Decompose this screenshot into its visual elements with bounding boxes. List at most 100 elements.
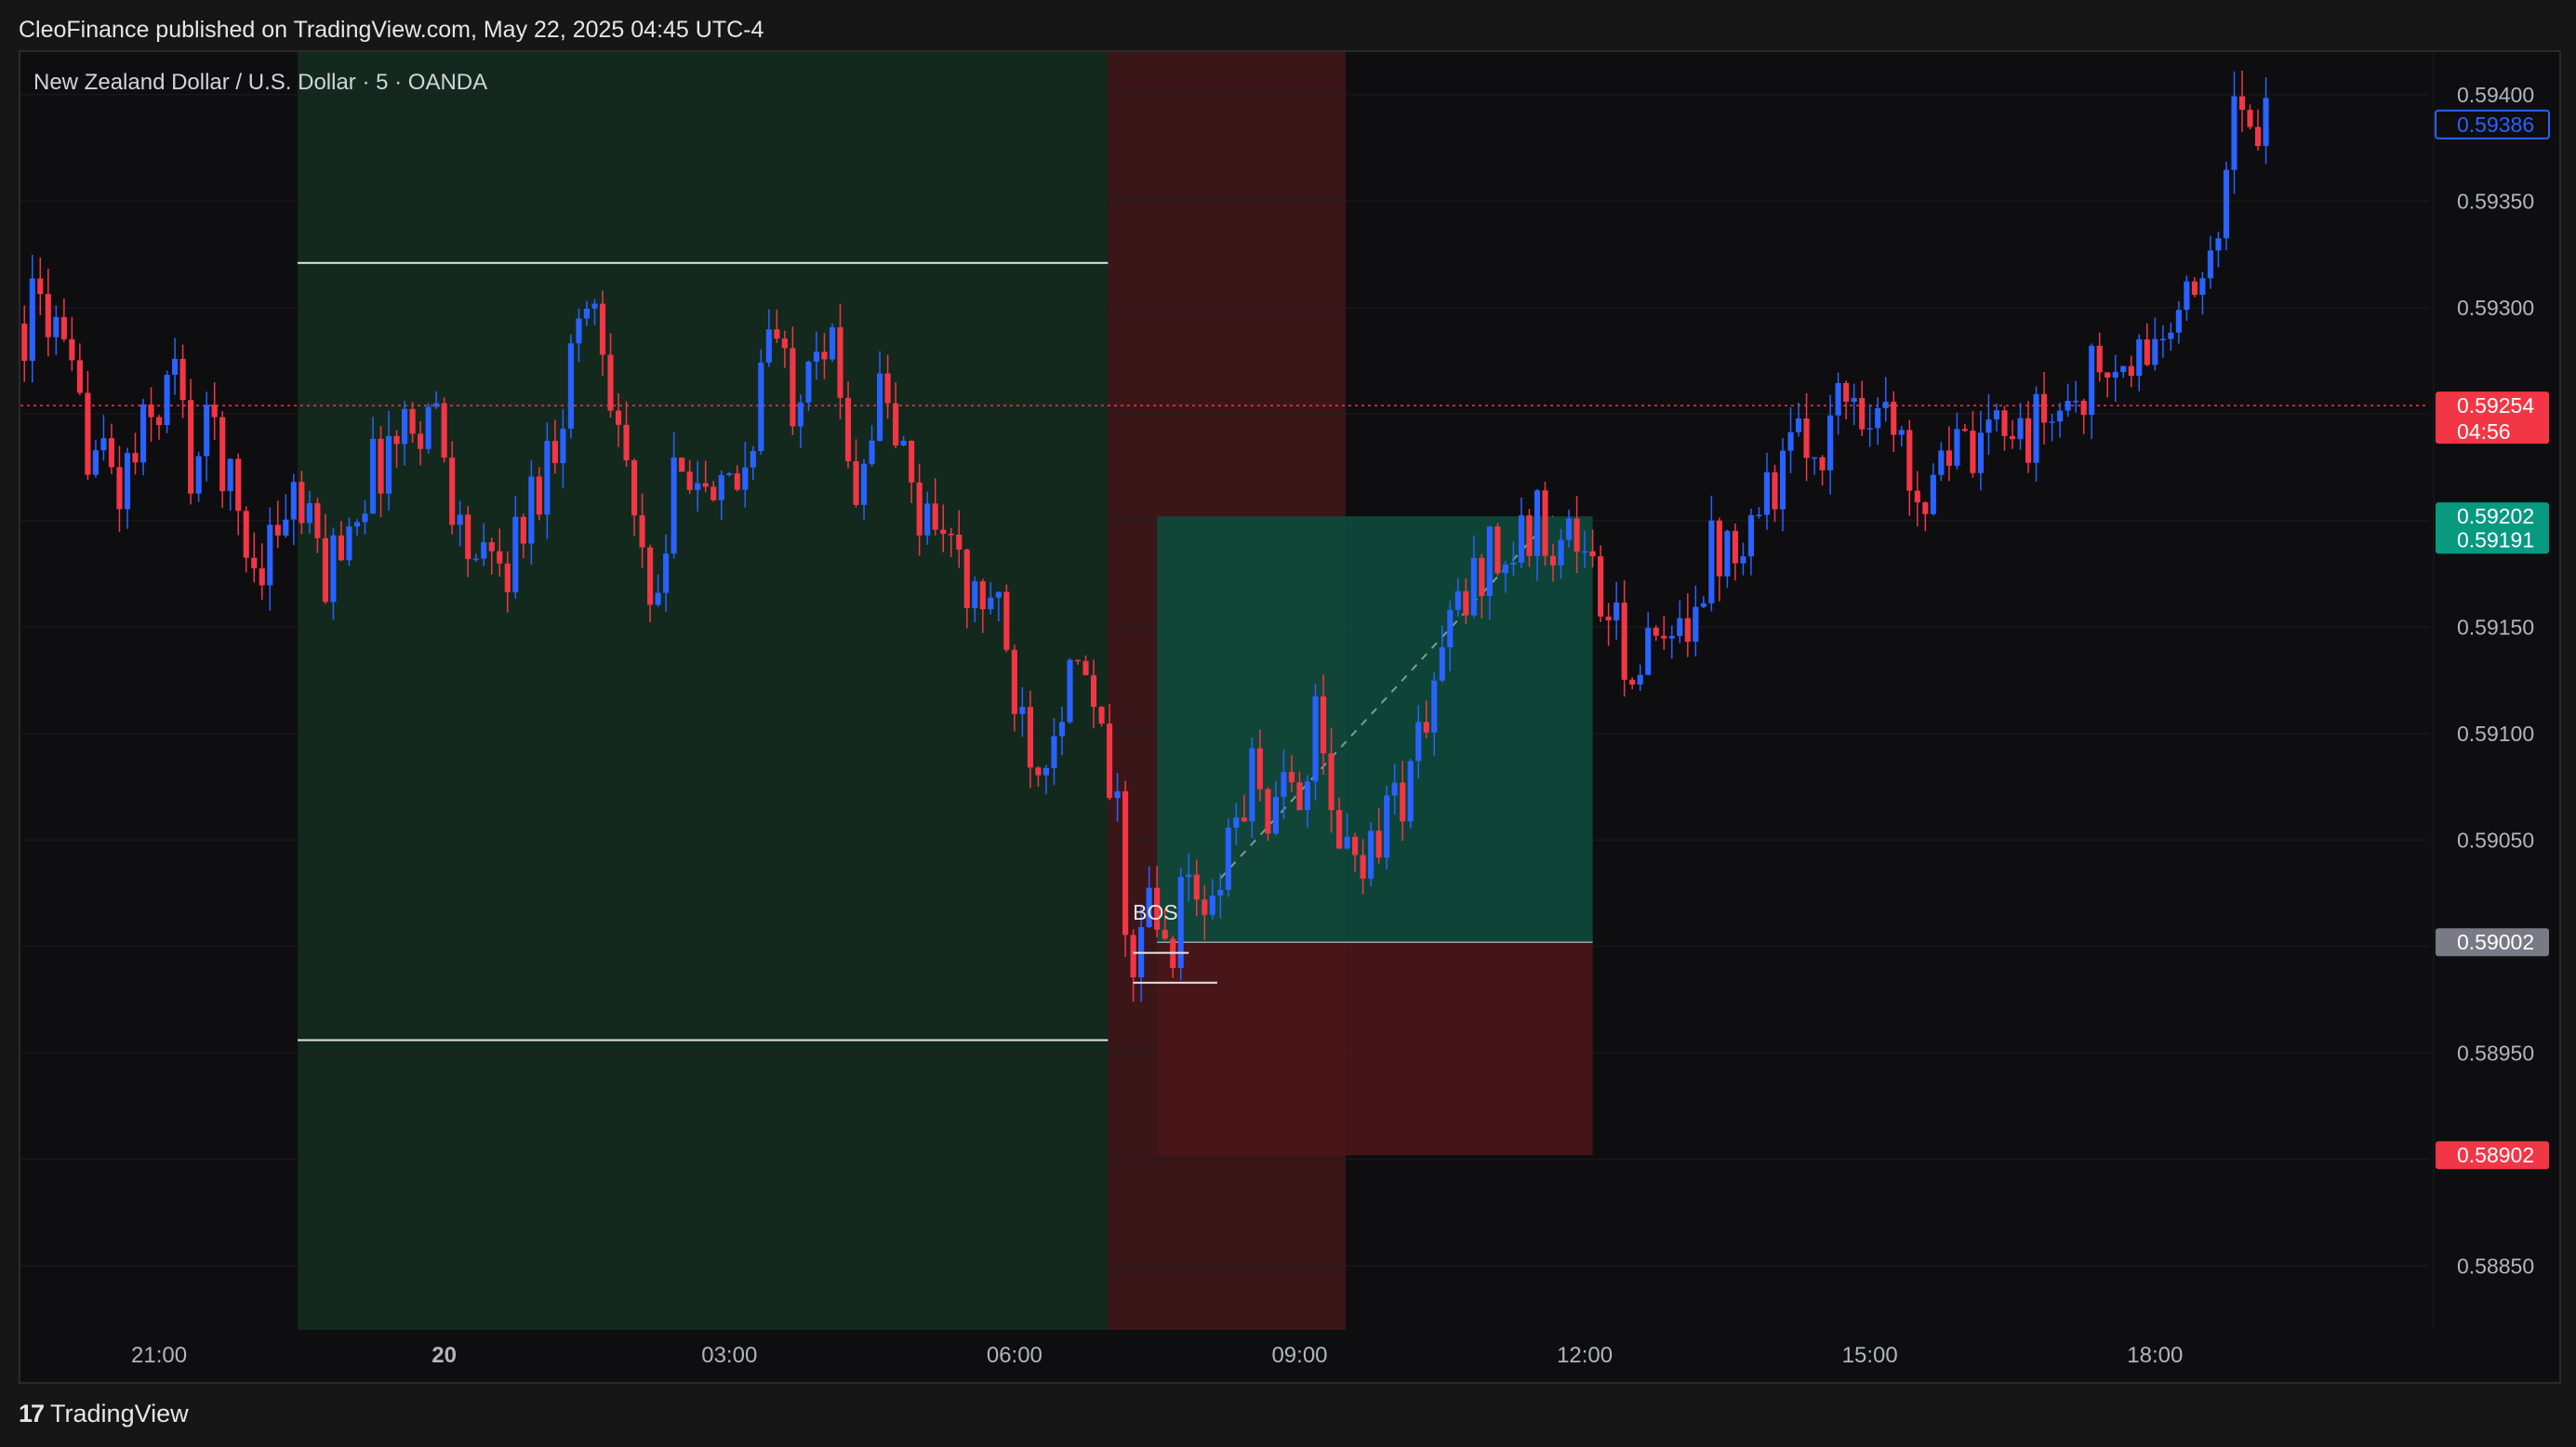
candle-body (1035, 767, 1042, 776)
candle-body (1795, 418, 1802, 432)
candle-body (710, 486, 717, 500)
symbol-title[interactable]: New Zealand Dollar / U.S. Dollar · 5 · O… (33, 70, 487, 96)
candle-body (758, 362, 764, 452)
candle-body (884, 373, 891, 404)
candle-body (2247, 110, 2253, 127)
candle-body (567, 343, 574, 429)
candle-body (2191, 281, 2198, 296)
candle-body (1542, 490, 1548, 556)
candle-body (1241, 817, 1247, 822)
candle-body (2009, 435, 2016, 440)
candle-body (679, 458, 685, 472)
candle-body (76, 360, 83, 393)
candle-body (457, 514, 463, 525)
candle-body (1312, 696, 1319, 782)
candle-body (1843, 382, 1850, 402)
candle-body (1304, 781, 1311, 811)
chart-panel[interactable]: BOS 0.59400 0.59350 0.59300 0.59100 0.59050 0.… (19, 50, 2561, 1384)
candle-body (1668, 635, 1675, 639)
candle-body (274, 524, 281, 536)
candle-body (560, 428, 566, 463)
candle-body (2057, 410, 2064, 422)
tradingview-logo[interactable]: 17 TradingView (19, 1400, 189, 1428)
candle-body (1011, 649, 1017, 714)
candle-body (441, 403, 447, 458)
candle-body (1945, 450, 1952, 466)
candle-body (2175, 310, 2182, 333)
price-badge-countdown: 04:56 (2457, 419, 2511, 444)
candle-body (932, 503, 938, 530)
candle-body (647, 547, 654, 605)
candle-body (1042, 767, 1050, 776)
candle-body (1288, 772, 1295, 783)
candle-body (1328, 753, 1334, 811)
candle-body (155, 417, 163, 426)
price-badge-text: 0.59254 (2457, 393, 2534, 418)
candle-body (211, 405, 218, 418)
candle-body (734, 473, 740, 490)
candle-body (1082, 660, 1089, 676)
candle-body (449, 458, 456, 525)
candle-body (1740, 556, 1746, 564)
candle-body (2001, 410, 2008, 436)
candle-body (488, 542, 495, 551)
candle-body (995, 591, 1002, 598)
candle-body (1724, 530, 1731, 577)
candle-body (591, 303, 598, 309)
candle-body (1851, 397, 1857, 402)
candle-body (853, 460, 859, 505)
price-chart[interactable]: BOS 0.59400 0.59350 0.59300 0.59100 0.59050 0.… (20, 52, 2559, 1382)
candle-body (1875, 407, 1881, 429)
candle-body (2144, 339, 2150, 365)
candle-body (2238, 96, 2246, 111)
candle-body (1019, 707, 1026, 714)
candle-body (1866, 428, 1873, 430)
candle-body (1114, 790, 1121, 799)
candle-body (1653, 628, 1659, 636)
candle-body (362, 513, 368, 523)
candle-body (671, 458, 677, 554)
time-tick-label: 06:00 (987, 1343, 1042, 1368)
position-profit-zone (1157, 516, 1593, 943)
candle-body (2089, 345, 2095, 416)
price-badge-text: 0.58902 (2457, 1143, 2534, 1167)
candle-body (1384, 795, 1390, 858)
candle-body (204, 405, 210, 457)
candle-body (1177, 877, 1184, 968)
candle-body (1296, 782, 1303, 811)
candle-body (1772, 471, 1778, 510)
candle-body (235, 458, 242, 511)
candle-body (481, 542, 487, 559)
candle-body (790, 348, 796, 427)
candle-body (1058, 722, 1066, 737)
candle-body (551, 441, 558, 463)
candle-body (765, 329, 772, 363)
candle-body (1233, 817, 1240, 829)
candle-body (60, 316, 67, 339)
candle-body (369, 438, 377, 514)
candle-body (1747, 514, 1755, 557)
tradingview-logo-text: TradingView (50, 1400, 189, 1427)
candle-body (1930, 474, 1936, 514)
candle-body (1891, 402, 1897, 435)
candle-body (2152, 339, 2158, 365)
candle-body (1265, 789, 1271, 834)
candle-body (829, 326, 836, 360)
candle-body (346, 526, 352, 561)
candle-body (1368, 830, 1374, 879)
price-badge-text: 0.59202 (2457, 504, 2534, 528)
candle-body (718, 474, 724, 500)
candle-body (1067, 659, 1073, 723)
candle-body (472, 558, 479, 561)
candle-body (663, 553, 670, 593)
candle-body (1130, 935, 1136, 977)
price-badge-text: 0.59002 (2457, 930, 2534, 954)
candle-body (2159, 339, 2166, 340)
candle-body (267, 524, 273, 586)
candle-body (623, 424, 630, 460)
candle-body (1898, 430, 1905, 435)
candle-body (599, 303, 606, 355)
candle-body (1677, 617, 1683, 636)
candle-body (179, 358, 186, 401)
candle-body (1400, 782, 1406, 822)
